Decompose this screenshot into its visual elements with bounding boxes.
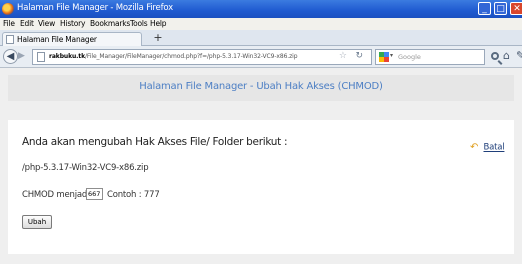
menu-edit[interactable]: Edit: [20, 19, 34, 28]
page-title: Halaman File Manager - Ubah Hak Akses (C…: [139, 81, 383, 92]
title-bar: Halaman File Manager - Mozilla Firefox _…: [0, 0, 522, 18]
submit-button[interactable]: Ubah: [22, 215, 52, 229]
close-button[interactable]: ✕: [510, 2, 522, 15]
navigation-bar: ◀ ▶ rakbuku.tk/File_Manager/FileManager/…: [0, 46, 522, 68]
menu-tools[interactable]: Tools: [130, 19, 148, 28]
chmod-label: CHMOD menjadi :: [22, 190, 95, 200]
panel-heading: Anda akan mengubah Hak Akses File/ Folde…: [22, 136, 288, 148]
tab-label: Halaman File Manager: [17, 35, 97, 44]
reload-icon[interactable]: ↻: [355, 51, 363, 61]
window-title: Halaman File Manager - Mozilla Firefox: [17, 3, 173, 13]
minimize-button[interactable]: _: [478, 2, 491, 15]
cancel-link[interactable]: ↶ Batal: [470, 137, 505, 156]
chmod-input[interactable]: [86, 188, 103, 200]
address-bar[interactable]: rakbuku.tk/File_Manager/FileManager/chmo…: [32, 49, 372, 65]
magnifier-icon[interactable]: [491, 52, 499, 60]
tab-file-manager[interactable]: Halaman File Manager: [2, 32, 142, 47]
menu-help[interactable]: Help: [150, 19, 167, 28]
cancel-link-label[interactable]: Batal: [483, 143, 504, 153]
forward-arrow-icon[interactable]: ▶: [18, 51, 25, 61]
menu-bookmarks[interactable]: Bookmarks: [90, 19, 130, 28]
chmod-panel: Anda akan mengubah Hak Akses File/ Folde…: [8, 120, 514, 254]
tab-bar: Halaman File Manager +: [0, 30, 522, 47]
site-identity-icon[interactable]: [37, 52, 45, 62]
url-text[interactable]: rakbuku.tk/File_Manager/FileManager/chmo…: [49, 53, 298, 60]
page-content: Halaman File Manager - Ubah Hak Akses (C…: [0, 68, 522, 264]
new-tab-button[interactable]: +: [147, 32, 169, 45]
google-icon[interactable]: [379, 52, 389, 62]
menu-view[interactable]: View: [38, 19, 55, 28]
chmod-example: Contoh : 777: [107, 190, 160, 200]
menu-history[interactable]: History: [60, 19, 85, 28]
url-host: rakbuku.tk: [49, 53, 85, 60]
menu-file[interactable]: File: [3, 19, 15, 28]
undo-arrow-icon[interactable]: ↶: [470, 142, 478, 153]
back-arrow-icon[interactable]: ◀: [3, 49, 18, 64]
menu-bar: File Edit View History Bookmarks Tools H…: [0, 18, 522, 30]
page-icon: [6, 35, 14, 44]
page-header: Halaman File Manager - Ubah Hak Akses (C…: [8, 75, 514, 101]
star-icon[interactable]: ☆: [339, 51, 347, 61]
more-tools-icon[interactable]: ✎: [516, 49, 522, 62]
home-icon[interactable]: ⌂: [503, 49, 510, 62]
search-bar[interactable]: ▾ Google: [375, 49, 485, 65]
url-path: /File_Manager/FileManager/chmod.php?f=/p…: [84, 53, 298, 60]
file-path: /php-5.3.17-Win32-VC9-x86.zip: [22, 163, 149, 173]
chevron-down-icon[interactable]: ▾: [390, 52, 393, 59]
search-placeholder: Google: [398, 53, 421, 61]
browser-window: Halaman File Manager - Mozilla Firefox _…: [0, 0, 522, 264]
maximize-button[interactable]: □: [494, 2, 507, 15]
firefox-icon: [2, 3, 14, 15]
